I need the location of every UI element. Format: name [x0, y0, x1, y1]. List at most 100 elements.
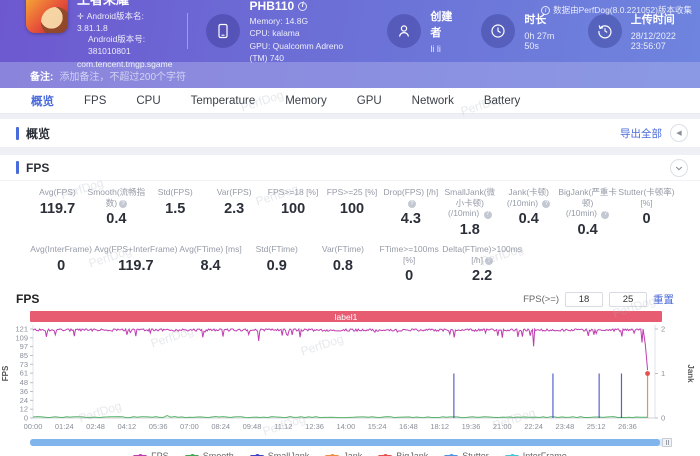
tab-CPU[interactable]: CPU — [121, 95, 175, 107]
info-icon[interactable]: ? — [119, 200, 128, 209]
svg-text:00:00: 00:00 — [24, 422, 43, 431]
stat-label: Avg(InterFrame) — [30, 244, 92, 254]
chart-legend: FPS Smooth SmallJank Jank BigJank Stutter Inte… — [0, 451, 700, 456]
stat-avg-ftime-ms-: Avg(FTime) [ms] 8.4 — [177, 244, 243, 284]
info-icon[interactable]: ? — [601, 211, 610, 219]
fps-panel-title: FPS — [26, 160, 50, 175]
svg-text:01:24: 01:24 — [55, 422, 74, 431]
svg-text:48: 48 — [20, 379, 28, 388]
stat-value: 2.3 — [224, 201, 245, 217]
perfdog-report-page: i 数据由PerfDog(8.0.221052)版本收集 5v5 王者荣耀 ✛A… — [0, 0, 700, 456]
stat-label: Smooth(流畅指数)? — [87, 187, 146, 209]
stat-label: Avg(FPS+InterFrame) — [94, 244, 178, 254]
reset-button[interactable]: 重置 — [653, 292, 674, 307]
legend-item-stutter[interactable]: Stutter — [444, 451, 489, 456]
svg-text:02:48: 02:48 — [86, 422, 105, 431]
legend-item-smooth[interactable]: Smooth — [184, 451, 234, 456]
tab-概览[interactable]: 概览 — [16, 93, 69, 109]
stat-std-fps-: Std(FPS) 1.5 — [146, 187, 205, 238]
device-info-icon[interactable]: i — [298, 1, 308, 11]
android-version-name: ✛ Android版本名: 3.81.1.8 — [77, 10, 144, 33]
fps-line-chart[interactable]: 12110997857361483624120FPS210Jank00:00 01… — [0, 322, 700, 436]
legend-label: BigJank — [396, 451, 428, 456]
stat-smooth-: Smooth(流畅指数)? 0.4 — [87, 187, 146, 238]
stat-jank-: Jank(卡顿) (/10min) ? 0.4 — [499, 187, 558, 238]
stat-value: 1.5 — [165, 201, 186, 217]
report-header: i 数据由PerfDog(8.0.221052)版本收集 5v5 王者荣耀 ✛A… — [0, 0, 700, 69]
svg-text:12:36: 12:36 — [305, 422, 324, 431]
legend-label: Smooth — [203, 451, 234, 456]
svg-text:Jank: Jank — [686, 365, 695, 384]
device-name: PHB110 — [249, 0, 295, 13]
fps-panel: FPS Avg(FPS) 119.7 Smooth(流畅指数)? 0.4 Std(FPS… — [0, 155, 700, 456]
collapse-left-button[interactable]: ◀ — [670, 124, 688, 142]
package-name: com.tencent.tmgp.sgame — [77, 59, 173, 70]
svg-text:15:24: 15:24 — [368, 422, 387, 431]
stat-value: 4.3 — [400, 211, 421, 228]
tab-bar: 概览 FPS CPU Temperature Memory GPU Network Batte… — [0, 88, 700, 114]
chart-label-bar[interactable]: label1 — [30, 311, 662, 323]
svg-text:FPS: FPS — [1, 365, 10, 381]
svg-text:36: 36 — [20, 387, 28, 396]
svg-text:97: 97 — [20, 343, 28, 352]
legend-label: FPS — [151, 451, 169, 456]
stat-avg-fps-: Avg(FPS) 119.7 — [28, 187, 87, 238]
creator-info: 创建者 li li — [387, 8, 455, 54]
tab-Memory[interactable]: Memory — [270, 95, 342, 107]
scrollbar-thumb[interactable] — [30, 439, 660, 447]
stat-delta-ftime-100ms-h-: Delta(FTime)>100ms [/h]? 2.2 — [442, 244, 522, 284]
tab-Temperature[interactable]: Temperature — [176, 95, 271, 107]
info-icon[interactable]: ? — [542, 200, 551, 209]
stat-fps-18-: FPS>=18 [%] 100 — [264, 187, 323, 238]
tab-GPU[interactable]: GPU — [342, 95, 397, 107]
svg-text:1: 1 — [661, 369, 665, 378]
chart-scrollbar[interactable] — [30, 438, 672, 448]
export-all-link[interactable]: 导出全部 — [620, 126, 662, 141]
stat-label: Avg(FTime) [ms] — [179, 244, 242, 254]
svg-text:61: 61 — [20, 369, 28, 378]
tab-FPS[interactable]: FPS — [69, 95, 121, 107]
game-icon: 5v5 — [26, 0, 68, 34]
legend-item-bigjank[interactable]: BigJank — [378, 451, 428, 456]
tab-Battery[interactable]: Battery — [469, 95, 535, 107]
stat-value: 0 — [642, 211, 651, 228]
svg-text:14:00: 14:00 — [336, 422, 355, 431]
scrollbar-handle[interactable] — [662, 438, 672, 448]
info-icon[interactable]: ? — [483, 211, 492, 219]
game-art — [41, 7, 68, 34]
stat-value: 0.4 — [106, 211, 127, 228]
stat-label: FPS>=18 [%] — [267, 187, 319, 197]
collect-note-text: 数据由PerfDog(8.0.221052)版本收集 — [553, 5, 692, 15]
threshold-input-2[interactable]: 25 — [609, 291, 647, 307]
section-accent — [16, 126, 19, 140]
info-icon[interactable]: ? — [485, 257, 494, 266]
svg-text:73: 73 — [20, 360, 28, 369]
fps-panel-header: FPS — [0, 155, 700, 181]
collapse-panel-button[interactable] — [670, 158, 688, 177]
android-version-code: Android版本号: 381010801 — [88, 34, 146, 56]
upload-info: 上传时间 28/12/2022 23:56:07 — [587, 11, 700, 51]
legend-item-fps[interactable]: FPS — [133, 451, 169, 456]
legend-label: Stutter — [462, 451, 489, 456]
threshold-input-1[interactable]: 18 — [565, 291, 603, 307]
svg-text:121: 121 — [15, 325, 28, 334]
duration-info: 时长 0h 27m 50s — [481, 11, 561, 51]
tab-Network[interactable]: Network — [397, 95, 469, 107]
info-icon[interactable]: ? — [407, 200, 416, 209]
legend-item-interframe[interactable]: InterFrame — [504, 451, 567, 456]
svg-text:0: 0 — [661, 414, 665, 423]
device-cpu: CPU: kalama — [249, 28, 300, 39]
gamepad-icon: ✛ — [77, 11, 84, 21]
stat-avg-fps-interframe-: Avg(FPS+InterFrame) 119.7 — [94, 244, 177, 284]
stat-label: FTime>=100ms [%] — [379, 244, 439, 265]
legend-item-smalljank[interactable]: SmallJank — [249, 451, 309, 456]
svg-text:07:00: 07:00 — [180, 422, 199, 431]
stat-var-fps-: Var(FPS) 2.3 — [205, 187, 264, 238]
stat-avg-interframe-: Avg(InterFrame) 0 — [28, 244, 94, 284]
stat-label: SmallJank(微小卡顿) (/10min) ? — [444, 187, 496, 219]
stat-fps-25-: FPS>=25 [%] 100 — [323, 187, 382, 238]
legend-item-jank[interactable]: Jank — [325, 451, 362, 456]
stat-value: 0 — [57, 258, 66, 274]
stat-value: 2.2 — [472, 268, 493, 285]
stat-label: BigJank(严重卡顿) (/10min) ? — [558, 187, 617, 219]
